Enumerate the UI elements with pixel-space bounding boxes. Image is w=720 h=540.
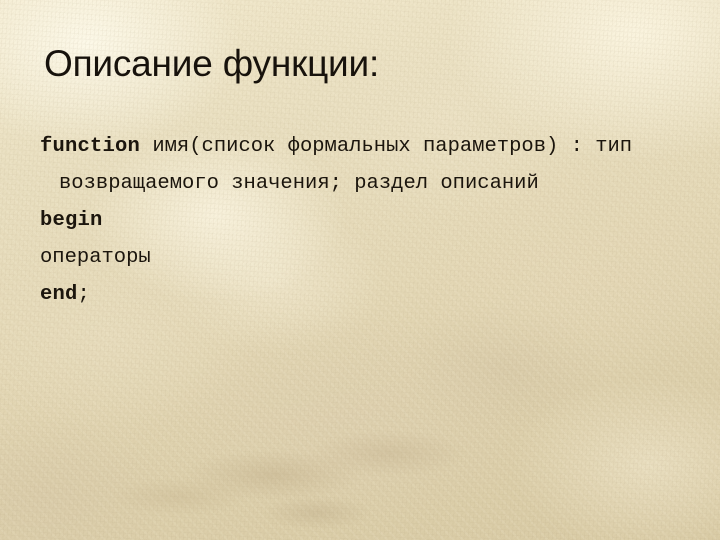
keyword-end: end [40, 283, 78, 306]
presentation-slide: Описание функции: function имя(список фо… [0, 0, 720, 540]
statements-placeholder: операторы [40, 246, 151, 269]
signature-remainder: имя(список формальных параметров) : тип … [59, 135, 645, 195]
end-semicolon: ; [77, 283, 90, 306]
code-line-statements: операторы [40, 239, 640, 276]
slide-title: Описание функции: [44, 43, 380, 84]
code-line-signature: function имя(список формальных параметро… [40, 128, 634, 202]
code-block: function имя(список формальных параметро… [40, 128, 640, 313]
keyword-begin: begin [40, 209, 103, 232]
code-line-begin: begin [40, 202, 640, 239]
slide-content: Описание функции: function имя(список фо… [0, 0, 720, 540]
keyword-function: function [40, 135, 141, 158]
code-line-end: end; [40, 276, 640, 313]
